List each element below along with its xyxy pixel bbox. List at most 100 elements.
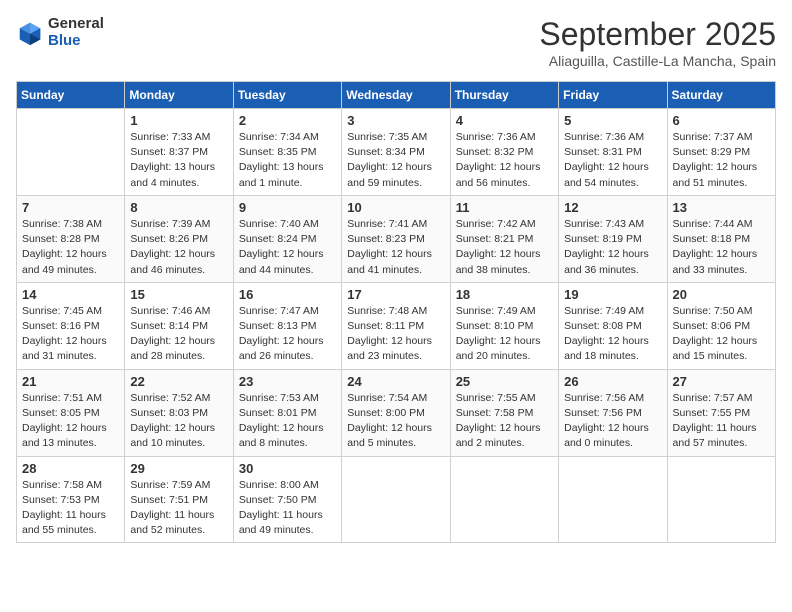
day-number: 18	[456, 287, 553, 302]
calendar-cell: 19 Sunrise: 7:49 AMSunset: 8:08 PMDayligh…	[559, 282, 667, 369]
day-number: 26	[564, 374, 661, 389]
day-info: Sunrise: 7:42 AMSunset: 8:21 PMDaylight:…	[456, 217, 553, 278]
day-number: 27	[673, 374, 770, 389]
calendar-cell: 16 Sunrise: 7:47 AMSunset: 8:13 PMDayligh…	[233, 282, 341, 369]
logo-icon	[16, 19, 44, 47]
day-info: Sunrise: 7:45 AMSunset: 8:16 PMDaylight:…	[22, 304, 119, 365]
calendar-cell: 6 Sunrise: 7:37 AMSunset: 8:29 PMDaylight…	[667, 109, 775, 196]
calendar-cell: 17Sunrise: 7:48 AMSunset: 8:11 PMDayligh…	[342, 282, 450, 369]
calendar-cell: 21Sunrise: 7:51 AMSunset: 8:05 PMDayligh…	[17, 369, 125, 456]
day-number: 2	[239, 113, 336, 128]
calendar-cell: 29Sunrise: 7:59 AMSunset: 7:51 PMDayligh…	[125, 456, 233, 543]
weekday-header: Friday	[559, 82, 667, 109]
day-number: 25	[456, 374, 553, 389]
title-block: September 2025 Aliaguilla, Castille-La M…	[539, 16, 776, 69]
day-number: 12	[564, 200, 661, 215]
weekday-header: Tuesday	[233, 82, 341, 109]
day-number: 23	[239, 374, 336, 389]
day-info: Sunrise: 7:47 AMSunset: 8:13 PMDaylight:…	[239, 304, 336, 365]
calendar-week-row: 21Sunrise: 7:51 AMSunset: 8:05 PMDayligh…	[17, 369, 776, 456]
calendar-cell: 2 Sunrise: 7:34 AMSunset: 8:35 PMDaylight…	[233, 109, 341, 196]
calendar-cell: 14 Sunrise: 7:45 AMSunset: 8:16 PMDayligh…	[17, 282, 125, 369]
day-info: Sunrise: 7:34 AMSunset: 8:35 PMDaylight:…	[239, 130, 336, 191]
calendar-cell: 12Sunrise: 7:43 AMSunset: 8:19 PMDayligh…	[559, 195, 667, 282]
logo-general-text: General	[48, 16, 104, 33]
location-text: Aliaguilla, Castille-La Mancha, Spain	[539, 53, 776, 69]
day-info: Sunrise: 7:54 AMSunset: 8:00 PMDaylight:…	[347, 391, 444, 452]
calendar-cell: 27 Sunrise: 7:57 AMSunset: 7:55 PMDayligh…	[667, 369, 775, 456]
day-number: 20	[673, 287, 770, 302]
day-number: 17	[347, 287, 444, 302]
day-number: 8	[130, 200, 227, 215]
calendar-cell: 10 Sunrise: 7:41 AMSunset: 8:23 PMDayligh…	[342, 195, 450, 282]
day-number: 4	[456, 113, 553, 128]
day-info: Sunrise: 7:37 AMSunset: 8:29 PMDaylight:…	[673, 130, 770, 191]
calendar-week-row: 28Sunrise: 7:58 AMSunset: 7:53 PMDayligh…	[17, 456, 776, 543]
day-info: Sunrise: 7:36 AMSunset: 8:31 PMDaylight:…	[564, 130, 661, 191]
day-number: 29	[130, 461, 227, 476]
day-number: 1	[130, 113, 227, 128]
day-info: Sunrise: 7:41 AMSunset: 8:23 PMDaylight:…	[347, 217, 444, 278]
day-number: 9	[239, 200, 336, 215]
day-info: Sunrise: 7:39 AMSunset: 8:26 PMDaylight:…	[130, 217, 227, 278]
calendar-cell: 8 Sunrise: 7:39 AMSunset: 8:26 PMDaylight…	[125, 195, 233, 282]
day-info: Sunrise: 7:49 AMSunset: 8:08 PMDaylight:…	[564, 304, 661, 365]
day-number: 3	[347, 113, 444, 128]
day-number: 15	[130, 287, 227, 302]
day-info: Sunrise: 7:55 AMSunset: 7:58 PMDaylight:…	[456, 391, 553, 452]
calendar-cell: 3 Sunrise: 7:35 AMSunset: 8:34 PMDaylight…	[342, 109, 450, 196]
calendar-cell: 4 Sunrise: 7:36 AMSunset: 8:32 PMDaylight…	[450, 109, 558, 196]
logo: General Blue	[16, 16, 104, 49]
day-number: 24	[347, 374, 444, 389]
page-header: General Blue September 2025 Aliaguilla, …	[16, 16, 776, 69]
calendar-body: 1 Sunrise: 7:33 AMSunset: 8:37 PMDaylight…	[17, 109, 776, 543]
day-info: Sunrise: 7:35 AMSunset: 8:34 PMDaylight:…	[347, 130, 444, 191]
day-info: Sunrise: 7:46 AMSunset: 8:14 PMDaylight:…	[130, 304, 227, 365]
day-info: Sunrise: 7:49 AMSunset: 8:10 PMDaylight:…	[456, 304, 553, 365]
logo-text: General Blue	[48, 16, 104, 49]
calendar-week-row: 14 Sunrise: 7:45 AMSunset: 8:16 PMDayligh…	[17, 282, 776, 369]
day-number: 22	[130, 374, 227, 389]
calendar-week-row: 7 Sunrise: 7:38 AMSunset: 8:28 PMDaylight…	[17, 195, 776, 282]
day-number: 13	[673, 200, 770, 215]
day-number: 6	[673, 113, 770, 128]
calendar-cell: 20Sunrise: 7:50 AMSunset: 8:06 PMDayligh…	[667, 282, 775, 369]
day-number: 14	[22, 287, 119, 302]
calendar-table: SundayMondayTuesdayWednesdayThursdayFrid…	[16, 81, 776, 543]
day-number: 16	[239, 287, 336, 302]
calendar-cell	[667, 456, 775, 543]
day-number: 7	[22, 200, 119, 215]
calendar-cell: 18 Sunrise: 7:49 AMSunset: 8:10 PMDayligh…	[450, 282, 558, 369]
calendar-cell	[450, 456, 558, 543]
weekday-header: Sunday	[17, 82, 125, 109]
day-info: Sunrise: 7:57 AMSunset: 7:55 PMDaylight:…	[673, 391, 770, 452]
calendar-cell: 24 Sunrise: 7:54 AMSunset: 8:00 PMDayligh…	[342, 369, 450, 456]
day-info: Sunrise: 7:40 AMSunset: 8:24 PMDaylight:…	[239, 217, 336, 278]
day-info: Sunrise: 7:52 AMSunset: 8:03 PMDaylight:…	[130, 391, 227, 452]
calendar-cell: 11 Sunrise: 7:42 AMSunset: 8:21 PMDayligh…	[450, 195, 558, 282]
calendar-cell: 23 Sunrise: 7:53 AMSunset: 8:01 PMDayligh…	[233, 369, 341, 456]
day-number: 19	[564, 287, 661, 302]
calendar-cell: 1 Sunrise: 7:33 AMSunset: 8:37 PMDaylight…	[125, 109, 233, 196]
day-info: Sunrise: 7:53 AMSunset: 8:01 PMDaylight:…	[239, 391, 336, 452]
day-info: Sunrise: 7:38 AMSunset: 8:28 PMDaylight:…	[22, 217, 119, 278]
logo-blue-text: Blue	[48, 33, 104, 50]
day-number: 28	[22, 461, 119, 476]
calendar-cell	[559, 456, 667, 543]
calendar-cell	[342, 456, 450, 543]
day-info: Sunrise: 7:33 AMSunset: 8:37 PMDaylight:…	[130, 130, 227, 191]
calendar-week-row: 1 Sunrise: 7:33 AMSunset: 8:37 PMDaylight…	[17, 109, 776, 196]
day-info: Sunrise: 7:51 AMSunset: 8:05 PMDaylight:…	[22, 391, 119, 452]
day-info: Sunrise: 7:36 AMSunset: 8:32 PMDaylight:…	[456, 130, 553, 191]
calendar-cell: 25 Sunrise: 7:55 AMSunset: 7:58 PMDayligh…	[450, 369, 558, 456]
day-number: 11	[456, 200, 553, 215]
day-number: 5	[564, 113, 661, 128]
calendar-cell: 28Sunrise: 7:58 AMSunset: 7:53 PMDayligh…	[17, 456, 125, 543]
calendar-cell: 5 Sunrise: 7:36 AMSunset: 8:31 PMDaylight…	[559, 109, 667, 196]
day-info: Sunrise: 7:44 AMSunset: 8:18 PMDaylight:…	[673, 217, 770, 278]
calendar-header: SundayMondayTuesdayWednesdayThursdayFrid…	[17, 82, 776, 109]
day-number: 30	[239, 461, 336, 476]
calendar-cell: 13 Sunrise: 7:44 AMSunset: 8:18 PMDayligh…	[667, 195, 775, 282]
calendar-cell: 26Sunrise: 7:56 AMSunset: 7:56 PMDayligh…	[559, 369, 667, 456]
day-number: 10	[347, 200, 444, 215]
